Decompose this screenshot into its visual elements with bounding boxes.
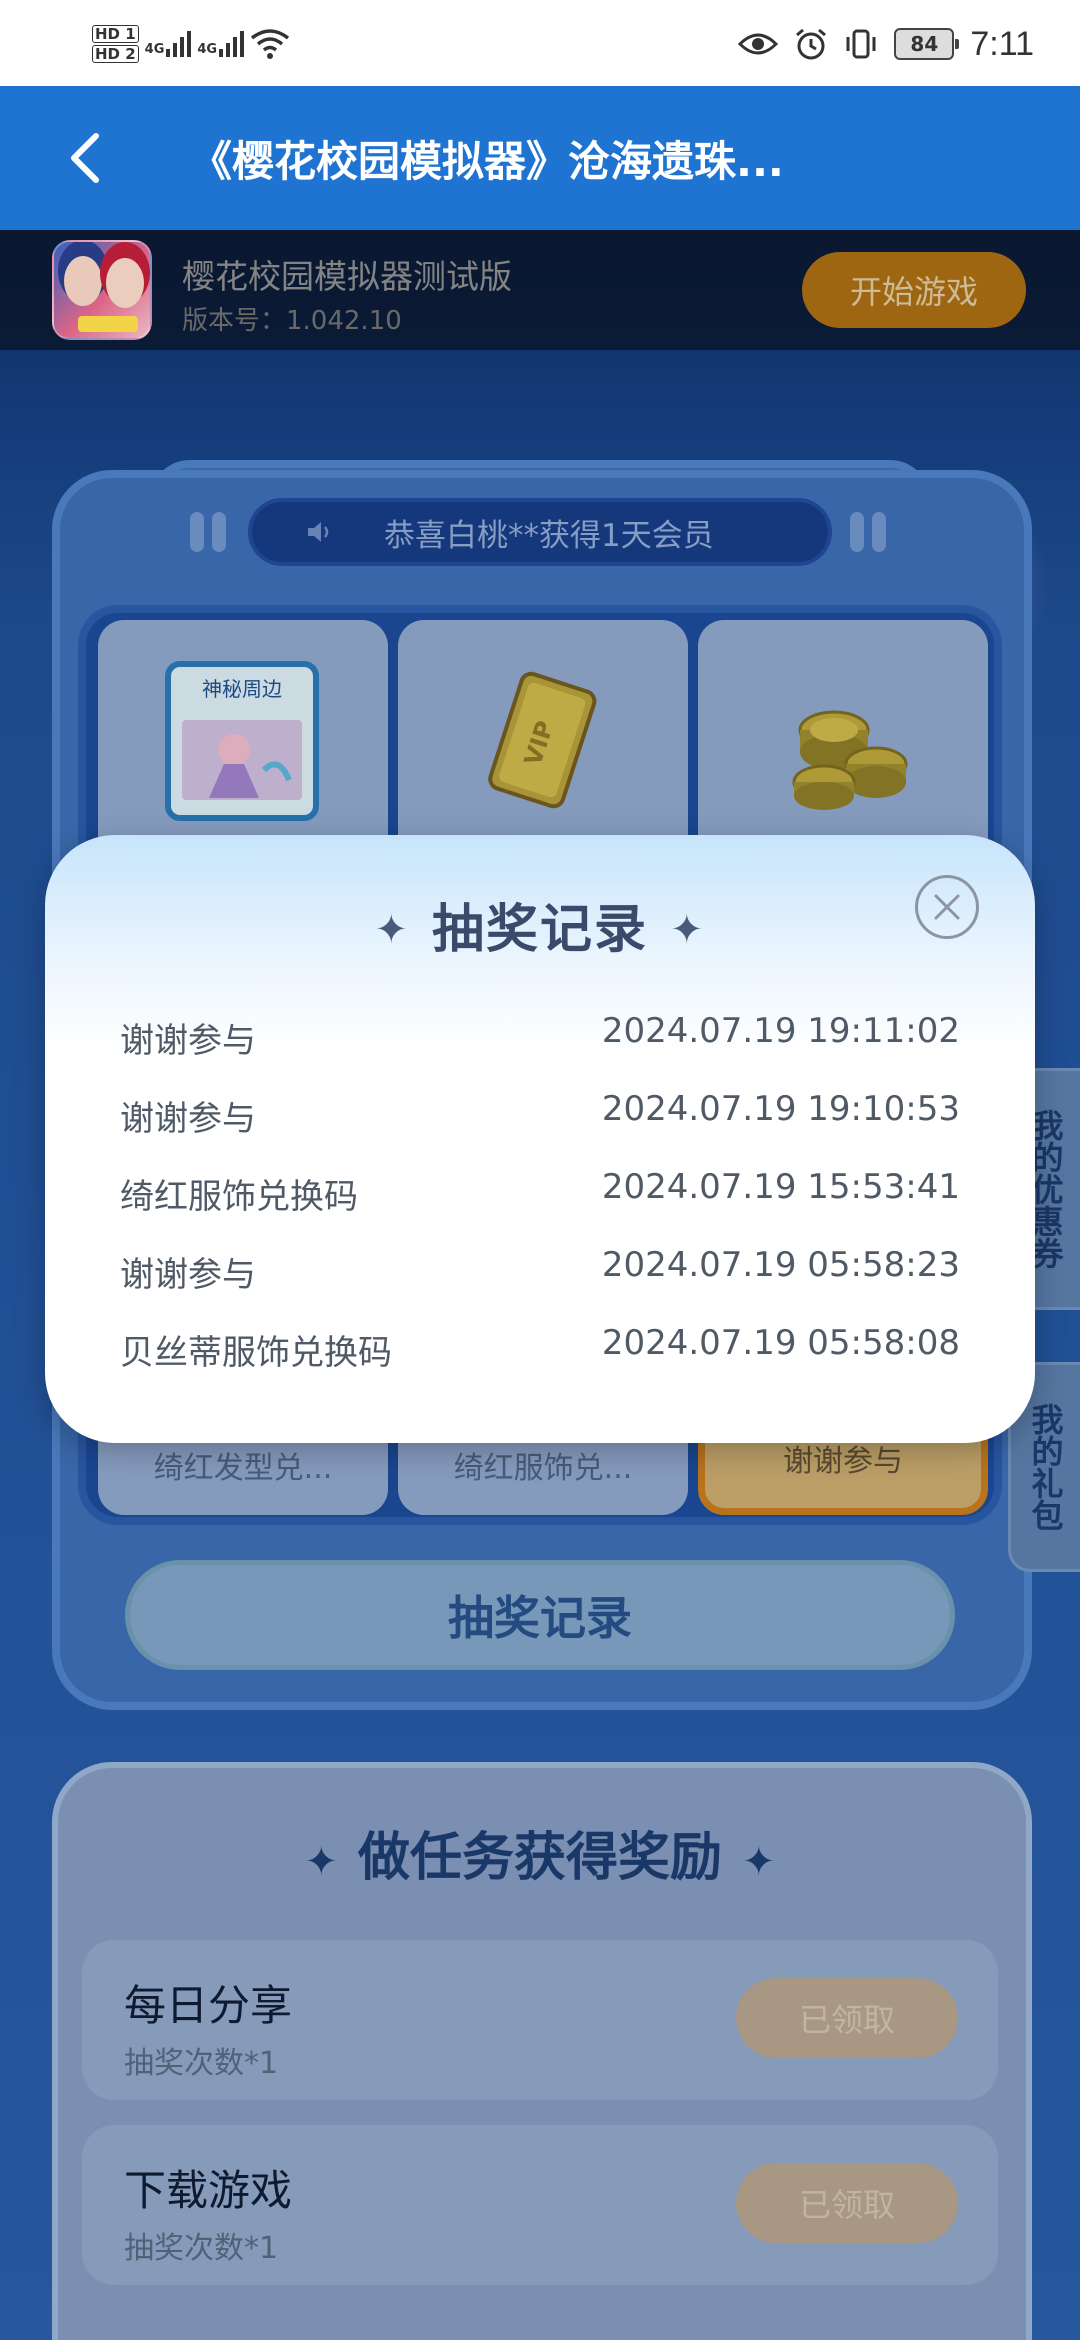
game-app-icon (52, 240, 152, 340)
sparkle-icon: ✦ (304, 1839, 338, 1885)
record-prize: 谢谢参与 (120, 1255, 256, 1295)
page-title: 《樱花校园模拟器》沧海遗珠... (190, 137, 784, 186)
my-gifts-label: 我的礼包 (1026, 1403, 1065, 1531)
wifi-icon (251, 29, 290, 59)
vibrate-icon (846, 29, 876, 59)
status-right: 84 7:11 (738, 14, 1034, 74)
game-name: 樱花校园模拟器测试版 (182, 257, 512, 296)
app-header: 《樱花校园模拟器》沧海遗珠... (0, 86, 1080, 230)
net2-label: 4G (197, 42, 218, 57)
prize-card-label: 绮红发型兑... (153, 1451, 333, 1486)
sparkle-icon: ✦ (742, 1839, 776, 1885)
tasks-title-row: ✦ 做任务获得奖励 ✦ (0, 1815, 1080, 1890)
signal-2: 4G (197, 31, 245, 57)
hd2-label: HD 2 (92, 45, 139, 63)
winner-ticker: 恭喜白桃**获得1天会员 (248, 498, 832, 566)
sparkle-icon: ✦ (670, 907, 706, 953)
mystery-merch-icon: 神秘周边 (165, 661, 319, 821)
eye-icon (738, 33, 779, 55)
ticker-text: 恭喜白桃**获得1天会员 (384, 517, 714, 554)
task-row-daily-share: 每日分享 抽奖次数*1 已领取 (82, 1940, 998, 2100)
game-info-bar: 樱花校园模拟器测试版 版本号：1.042.10 开始游戏 (0, 230, 1080, 350)
modal-title: 抽奖记录 (431, 900, 648, 960)
merch-caption: 神秘周边 (202, 677, 282, 701)
record-row: 谢谢参与 2024.07.19 19:11:02 (120, 1007, 960, 1067)
record-row: 谢谢参与 2024.07.19 05:58:23 (120, 1241, 960, 1301)
signal-bars-icon (166, 31, 192, 57)
ticker-knob-left (190, 512, 234, 552)
gold-coins-icon (792, 710, 908, 810)
sparkle-icon: ✦ (374, 907, 410, 953)
signal-1: 4G (145, 31, 192, 57)
record-row: 谢谢参与 2024.07.19 19:10:53 (120, 1085, 960, 1145)
close-icon (934, 894, 960, 920)
back-button[interactable] (48, 120, 124, 196)
net1-label: 4G (144, 42, 165, 57)
hd1-label: HD 1 (92, 25, 139, 43)
task-reward: 抽奖次数*1 (124, 2046, 279, 2081)
battery-level: 84 (910, 32, 939, 56)
claimed-button[interactable]: 已领取 (736, 1978, 958, 2058)
record-time: 2024.07.19 19:10:53 (601, 1089, 960, 1129)
tasks-title: 做任务获得奖励 (357, 1828, 722, 1888)
record-time: 2024.07.19 05:58:08 (601, 1323, 960, 1363)
signal-bars-icon (219, 31, 245, 57)
task-name: 下载游戏 (124, 2166, 293, 2215)
task-reward: 抽奖次数*1 (124, 2231, 279, 2266)
chevron-left-icon (71, 133, 99, 183)
hd-indicators: HD 1 HD 2 (92, 25, 139, 63)
speaker-icon (308, 522, 329, 542)
prize-card-label: 绮红服饰兑... (453, 1451, 633, 1486)
record-prize: 贝丝蒂服饰兑换码 (120, 1333, 392, 1373)
record-prize: 绮红服饰兑换码 (120, 1177, 358, 1217)
task-name: 每日分享 (124, 1981, 293, 2030)
record-time: 2024.07.19 05:58:23 (601, 1245, 960, 1285)
record-prize: 谢谢参与 (120, 1021, 256, 1061)
vip-card-icon: VIP (488, 671, 597, 809)
close-button[interactable] (915, 875, 979, 939)
claimed-button[interactable]: 已领取 (736, 2163, 958, 2243)
alarm-icon (796, 28, 827, 60)
record-row: 绮红服饰兑换码 2024.07.19 15:53:41 (120, 1163, 960, 1223)
status-bar: HD 1 HD 2 4G 4G 84 7:11 (0, 0, 1080, 86)
draw-record-button[interactable]: 抽奖记录 (125, 1560, 955, 1670)
draw-record-modal: ✦ 抽奖记录 ✦ 谢谢参与 2024.07.19 19:11:02 谢谢参与 202… (45, 835, 1035, 1443)
record-row: 贝丝蒂服饰兑换码 2024.07.19 05:58:08 (120, 1319, 960, 1379)
game-version: 版本号：1.042.10 (182, 306, 402, 336)
record-time: 2024.07.19 19:11:02 (601, 1011, 960, 1051)
clock: 7:11 (970, 24, 1034, 63)
modal-title-row: ✦ 抽奖记录 ✦ (45, 887, 1035, 962)
battery-icon: 84 (894, 28, 960, 60)
status-left: HD 1 HD 2 4G 4G (92, 14, 290, 74)
task-row-download-game: 下载游戏 抽奖次数*1 已领取 (82, 2125, 998, 2285)
start-game-button[interactable]: 开始游戏 (802, 252, 1026, 328)
record-prize: 谢谢参与 (120, 1099, 256, 1139)
ticker-knob-right (850, 512, 894, 552)
record-time: 2024.07.19 15:53:41 (601, 1167, 960, 1207)
